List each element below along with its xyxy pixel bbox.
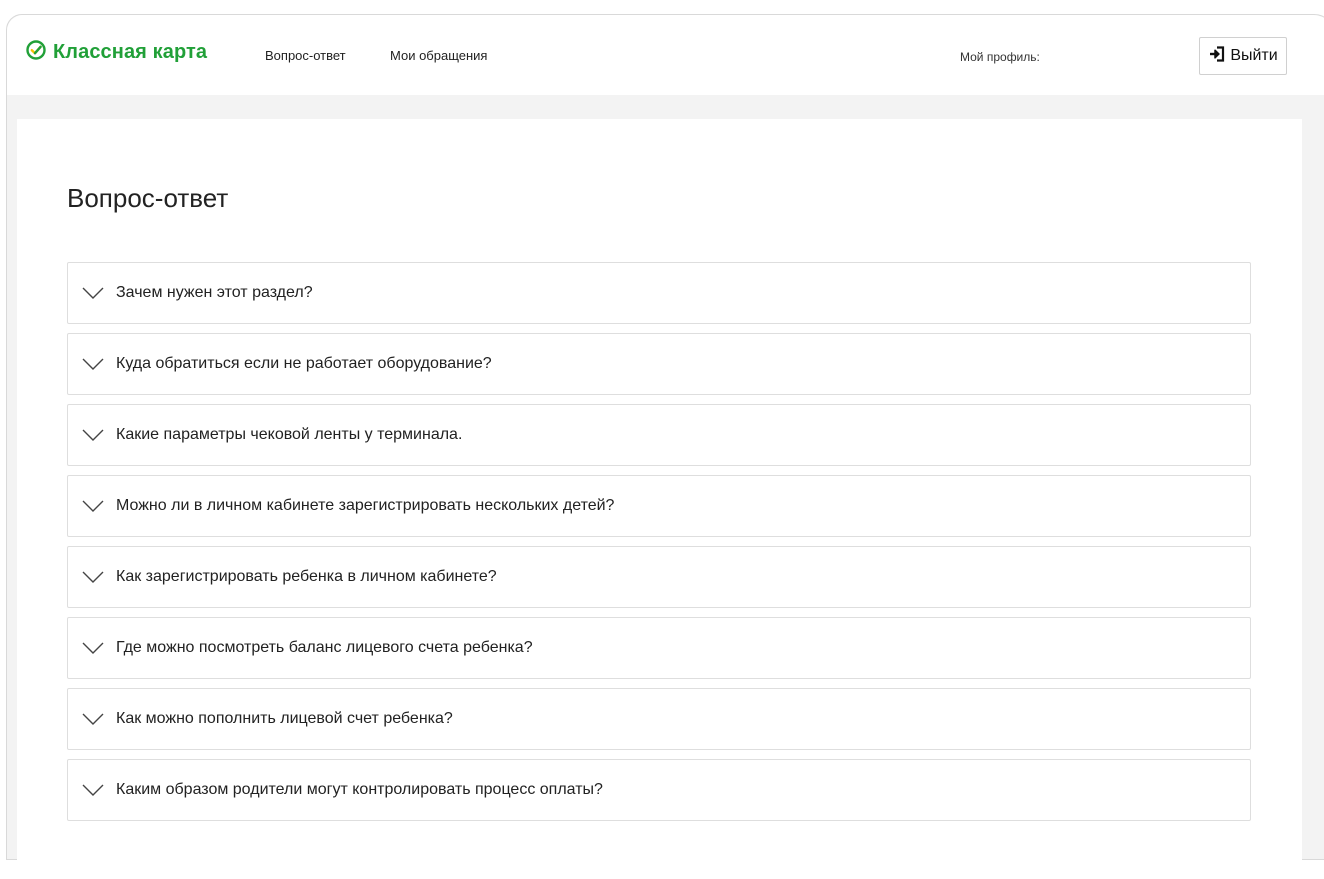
faq-question: Как можно пополнить лицевой счет ребенка… <box>116 710 453 727</box>
faq-question: Каким образом родители могут контролиров… <box>116 781 603 798</box>
faq-question: Как зарегистрировать ребенка в личном ка… <box>116 568 497 585</box>
check-circle-icon <box>25 39 47 66</box>
faq-question: Зачем нужен этот раздел? <box>116 284 313 301</box>
chevron-down-icon <box>82 358 104 370</box>
faq-item[interactable]: Можно ли в личном кабинете зарегистриров… <box>67 475 1251 537</box>
chevron-down-icon <box>82 500 104 512</box>
main-content: Вопрос-ответ Зачем нужен этот раздел? Ку… <box>17 119 1302 879</box>
faq-list: Зачем нужен этот раздел? Куда обратиться… <box>67 262 1251 830</box>
nav-link-faq[interactable]: Вопрос-ответ <box>265 48 346 63</box>
chevron-down-icon <box>82 287 104 299</box>
faq-item[interactable]: Куда обратиться если не работает оборудо… <box>67 333 1251 395</box>
top-header: Классная карта Вопрос-ответ Мои обращени… <box>7 15 1324 95</box>
chevron-down-icon <box>82 713 104 725</box>
nav-link-my-requests[interactable]: Мои обращения <box>390 48 487 63</box>
faq-question: Какие параметры чековой ленты у терминал… <box>116 426 463 443</box>
faq-item[interactable]: Какие параметры чековой ленты у терминал… <box>67 404 1251 466</box>
chevron-down-icon <box>82 784 104 796</box>
faq-question: Куда обратиться если не работает оборудо… <box>116 355 492 372</box>
page-title: Вопрос-ответ <box>67 183 229 213</box>
faq-item[interactable]: Как можно пополнить лицевой счет ребенка… <box>67 688 1251 750</box>
faq-item[interactable]: Каким образом родители могут контролиров… <box>67 759 1251 821</box>
faq-item[interactable]: Зачем нужен этот раздел? <box>67 262 1251 324</box>
sign-in-arrow-icon <box>1208 45 1226 68</box>
faq-item[interactable]: Как зарегистрировать ребенка в личном ка… <box>67 546 1251 608</box>
logout-button[interactable]: Выйти <box>1199 37 1287 75</box>
profile-label[interactable]: Мой профиль: <box>960 50 1040 64</box>
logout-label: Выйти <box>1230 47 1278 64</box>
chevron-down-icon <box>82 571 104 583</box>
chevron-down-icon <box>82 429 104 441</box>
logo-text: Классная карта <box>53 41 208 63</box>
faq-item[interactable]: Где можно посмотреть баланс лицевого сче… <box>67 617 1251 679</box>
chevron-down-icon <box>82 642 104 654</box>
faq-question: Можно ли в личном кабинете зарегистриров… <box>116 497 615 514</box>
app-window: Классная карта Вопрос-ответ Мои обращени… <box>6 14 1324 879</box>
faq-question: Где можно посмотреть баланс лицевого сче… <box>116 639 533 656</box>
logo[interactable]: Классная карта <box>25 39 207 66</box>
